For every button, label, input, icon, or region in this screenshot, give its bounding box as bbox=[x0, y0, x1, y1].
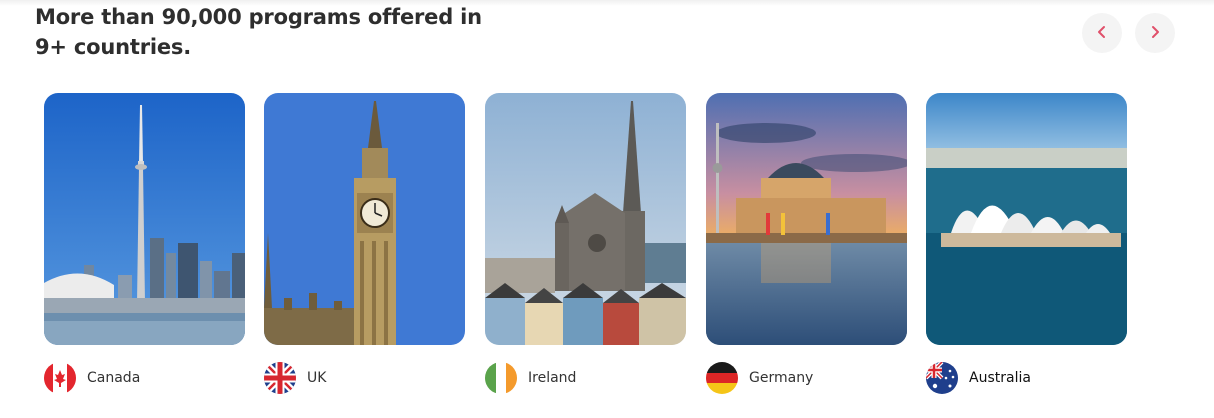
country-name: Australia bbox=[969, 370, 1031, 386]
country-name: Ireland bbox=[528, 370, 577, 386]
country-card-uk[interactable]: UK bbox=[264, 93, 466, 394]
country-label-ireland[interactable]: Ireland bbox=[485, 362, 576, 394]
toronto-cn-tower-image bbox=[44, 93, 245, 345]
carousel-next-button[interactable] bbox=[1135, 13, 1175, 53]
country-label-germany[interactable]: Germany bbox=[706, 362, 813, 394]
country-name: UK bbox=[307, 370, 327, 386]
berlin-bode-museum-image bbox=[706, 93, 907, 345]
country-name: Germany bbox=[749, 370, 814, 386]
country-name: Canada bbox=[87, 370, 141, 386]
canada-flag-icon bbox=[44, 362, 76, 394]
london-big-ben-image bbox=[264, 93, 465, 345]
sydney-opera-house-image bbox=[926, 93, 1127, 345]
country-card-canada[interactable]: Canada bbox=[44, 93, 246, 394]
country-label-uk[interactable]: UK bbox=[264, 362, 326, 394]
ireland-flag-icon bbox=[485, 362, 517, 394]
country-card-australia[interactable]: Australia bbox=[926, 93, 1128, 394]
country-card-germany[interactable]: Germany bbox=[706, 93, 908, 394]
chevron-right-icon bbox=[1148, 25, 1162, 42]
uk-flag-icon bbox=[264, 362, 296, 394]
section-heading: More than 90,000 programs offered in 9+ … bbox=[35, 5, 482, 59]
country-label-australia[interactable]: Australia bbox=[926, 362, 1031, 394]
carousel-prev-button[interactable] bbox=[1082, 13, 1122, 53]
germany-flag-icon bbox=[706, 362, 738, 394]
australia-flag-icon bbox=[926, 362, 958, 394]
cobh-cathedral-image bbox=[485, 93, 686, 345]
country-label-canada[interactable]: Canada bbox=[44, 362, 140, 394]
country-card-ireland[interactable]: Ireland bbox=[485, 93, 687, 394]
chevron-left-icon bbox=[1095, 25, 1109, 42]
